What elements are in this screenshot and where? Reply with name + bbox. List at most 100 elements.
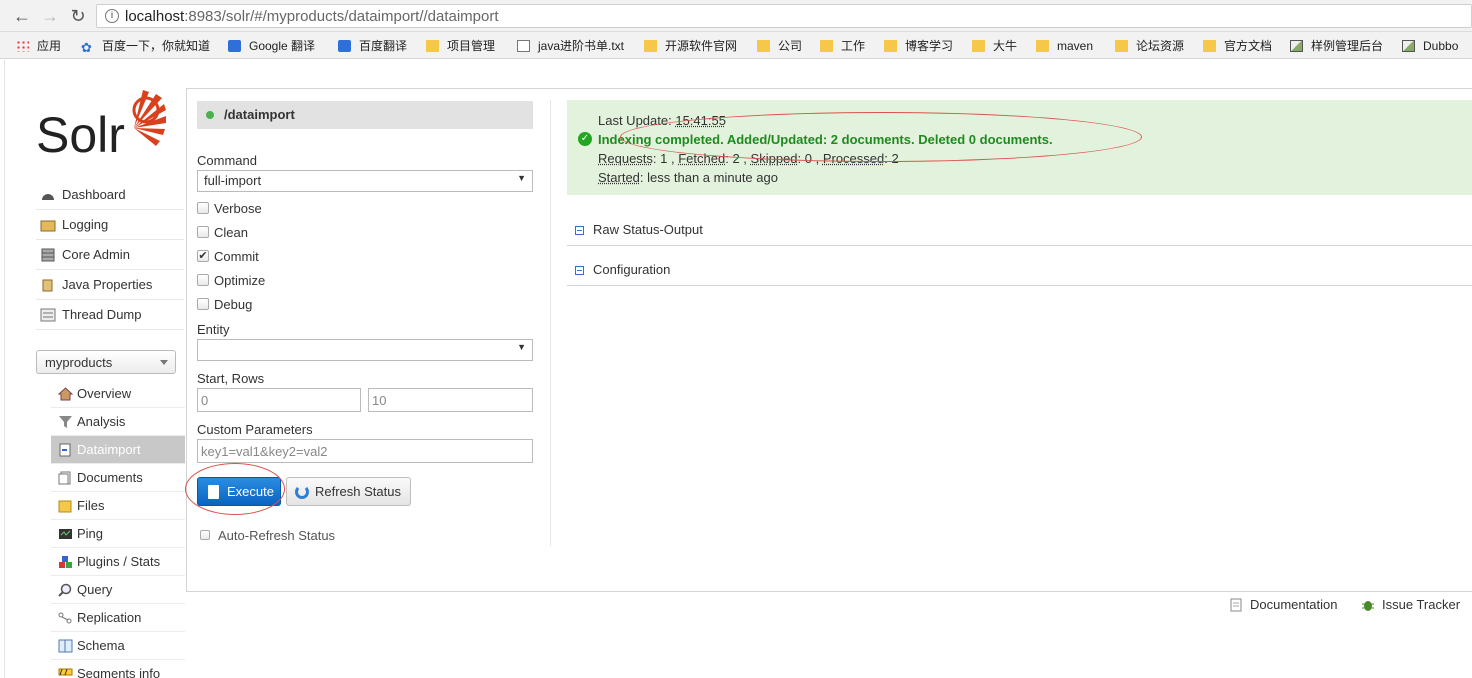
menu-thread-dump[interactable]: Thread Dump [36, 300, 184, 330]
dropdown-triangle-icon: ▼ [517, 342, 526, 352]
document-icon [517, 40, 530, 52]
core-menu-dataimport-label: Dataimport [77, 442, 141, 457]
optimize-checkbox[interactable] [197, 274, 209, 286]
start-rows-label: Start, Rows [197, 371, 265, 386]
core-menu-plugins-stats[interactable]: Plugins / Stats [51, 548, 185, 576]
documentation-label: Documentation [1250, 597, 1338, 612]
bookmark-company[interactable]: 公司 [757, 38, 802, 54]
refresh-status-button[interactable]: Refresh Status [286, 477, 411, 506]
auto-refresh-checkbox[interactable] [200, 530, 210, 540]
documents-icon [58, 471, 73, 485]
bookmark-google-translate[interactable]: Google 翻译 [228, 38, 315, 54]
core-menu-files[interactable]: Files [51, 492, 185, 520]
baidu-translate-icon [338, 40, 351, 52]
command-label: Command [197, 153, 257, 168]
dropdown-triangle-icon: ▼ [517, 173, 526, 183]
bookmark-maven[interactable]: maven [1036, 38, 1093, 54]
core-menu-analysis[interactable]: Analysis [51, 408, 185, 436]
collapse-toggle-icon[interactable] [575, 226, 584, 235]
apps-grid-icon [16, 40, 29, 52]
back-arrow-icon[interactable]: ← [12, 6, 32, 26]
solr-sun-icon: Solr [36, 90, 166, 163]
magnifier-icon [58, 583, 73, 597]
verbose-checkbox[interactable] [197, 202, 209, 214]
raw-status-output-section[interactable]: Raw Status-Output [567, 216, 1472, 246]
core-menu-ping-label: Ping [77, 526, 104, 541]
commit-checkbox[interactable]: ✔ [197, 250, 209, 262]
folder-icon [1036, 40, 1049, 52]
optimize-label: Optimize [214, 273, 266, 288]
menu-logging[interactable]: Logging [36, 210, 184, 240]
configuration-label: Configuration [593, 262, 671, 277]
core-menu-dataimport[interactable]: Dataimport [51, 436, 185, 464]
core-menu-segments-info-label: Segments info [77, 666, 161, 678]
bookmark-java-books[interactable]: java进阶书单.txt [517, 38, 624, 54]
core-menu-replication[interactable]: Replication [51, 604, 185, 632]
replication-icon [58, 611, 73, 625]
collapse-toggle-icon[interactable] [575, 266, 584, 275]
chevron-down-icon [160, 360, 168, 365]
browser-address-bar: ← → ↻ i localhost:8983/solr/#/myproducts… [0, 0, 1472, 32]
bookmark-blog[interactable]: 博客学习 [884, 38, 953, 54]
folder-icon [972, 40, 985, 52]
configuration-section[interactable]: Configuration [567, 256, 1472, 286]
reload-icon[interactable]: ↻ [68, 6, 88, 26]
clean-checkbox[interactable] [197, 226, 209, 238]
command-select[interactable]: full-import ▼ [197, 170, 533, 192]
bookmark-apps[interactable]: 应用 [16, 38, 61, 54]
bookmark-project-mgmt[interactable]: 项目管理 [426, 38, 495, 54]
svg-text:Solr: Solr [36, 107, 125, 158]
dataimport-icon [58, 443, 73, 457]
core-menu-documents[interactable]: Documents [51, 464, 185, 492]
menu-java-properties[interactable]: Java Properties [36, 270, 184, 300]
bookmark-forums[interactable]: 论坛资源 [1115, 38, 1184, 54]
bookmark-masters[interactable]: 大牛 [972, 38, 1017, 54]
folder-icon [426, 40, 439, 52]
commit-label: Commit [214, 249, 259, 264]
bookmark-official-docs[interactable]: 官方文档 [1203, 38, 1272, 54]
custom-params-input[interactable] [197, 439, 533, 463]
start-input[interactable] [197, 388, 361, 412]
clean-label: Clean [214, 225, 248, 240]
thread-dump-icon [40, 308, 56, 322]
debug-checkbox[interactable] [197, 298, 209, 310]
refresh-label: Refresh Status [315, 484, 401, 499]
folder-icon [884, 40, 897, 52]
info-icon[interactable]: i [105, 9, 119, 23]
core-selector-value: myproducts [45, 355, 113, 370]
url-input[interactable]: i localhost:8983/solr/#/myproducts/datai… [96, 4, 1472, 28]
window-edge [0, 60, 5, 678]
java-cup-icon [40, 278, 56, 292]
entity-select[interactable]: ▼ [197, 339, 533, 361]
core-menu-ping[interactable]: Ping [51, 520, 185, 548]
bookmark-work[interactable]: 工作 [820, 38, 865, 54]
menu-dashboard[interactable]: Dashboard [36, 180, 184, 210]
debug-label: Debug [214, 297, 253, 312]
menu-java-properties-label: Java Properties [62, 277, 153, 292]
solr-logo[interactable]: Solr [36, 88, 166, 163]
core-menu-overview-label: Overview [77, 386, 132, 401]
core-admin-icon [40, 248, 56, 262]
forward-arrow-icon[interactable]: → [40, 6, 60, 26]
bookmark-sample-admin[interactable]: 样例管理后台 [1290, 38, 1383, 54]
bookmark-baidu[interactable]: ✿ 百度一下，你就知道 [81, 38, 210, 55]
folder-icon [644, 40, 657, 52]
core-menu-overview[interactable]: Overview [51, 380, 185, 408]
bookmark-baidu-translate[interactable]: 百度翻译 [338, 38, 407, 54]
menu-core-admin[interactable]: Core Admin [36, 240, 184, 270]
home-icon [57, 387, 74, 401]
bookmark-dubbo[interactable]: Dubbo [1402, 38, 1458, 54]
baidu-paw-icon: ✿ [81, 40, 92, 55]
bookmark-oss-sites[interactable]: 开源软件官网 [644, 38, 737, 54]
entity-label: Entity [197, 322, 230, 337]
url-path: :8983/solr/#/myproducts/dataimport//data… [184, 8, 499, 25]
rows-input[interactable] [368, 388, 533, 412]
core-menu-schema[interactable]: Schema [51, 632, 185, 660]
core-selector[interactable]: myproducts [36, 350, 176, 374]
core-menu-schema-label: Schema [77, 638, 125, 653]
core-menu-query[interactable]: Query [51, 576, 185, 604]
annotation-circle-status [620, 112, 1142, 162]
check-circle-icon: ✓ [578, 132, 592, 146]
core-menu-segments-info[interactable]: Segments info [51, 660, 185, 678]
funnel-icon [58, 415, 73, 429]
